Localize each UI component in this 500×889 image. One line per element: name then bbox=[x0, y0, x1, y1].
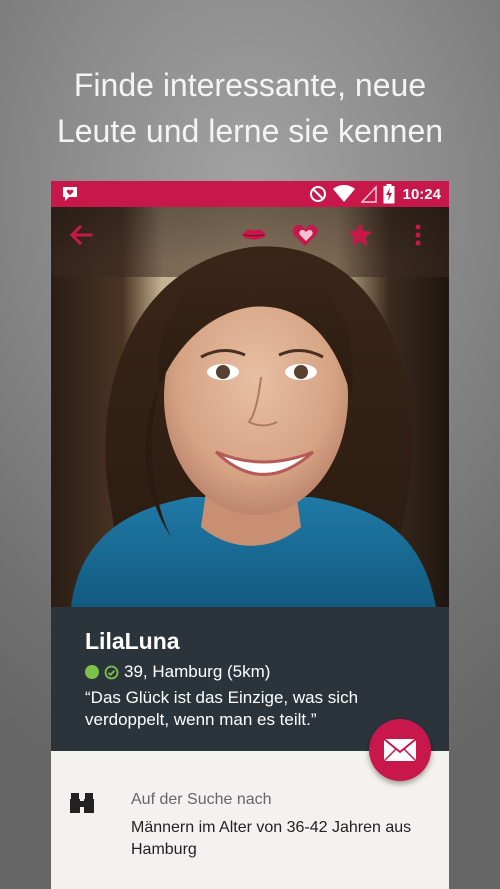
profile-location: 39, Hamburg (5km) bbox=[124, 662, 271, 681]
app-heart-chat-icon bbox=[63, 187, 77, 201]
signal-icon bbox=[360, 185, 377, 203]
profile-quote-line-2: verdoppelt, wenn man es teilt.” bbox=[85, 710, 317, 729]
profile-photo-illustration bbox=[51, 207, 449, 607]
hearts-icon[interactable] bbox=[291, 221, 319, 249]
back-arrow-icon[interactable] bbox=[67, 221, 95, 249]
send-message-button[interactable] bbox=[369, 719, 431, 781]
headline-line-1: Finde interessante, neue bbox=[73, 67, 427, 103]
online-status-icon bbox=[85, 665, 99, 679]
do-not-disturb-icon bbox=[309, 186, 326, 202]
status-icons: 10:24 bbox=[309, 184, 441, 204]
search-value-line-2: Hamburg bbox=[131, 841, 197, 858]
phone-screen: 10:24 LilaLuna 39, Hamburg (5km) “Das Gl… bbox=[51, 181, 449, 889]
binoculars-icon bbox=[70, 793, 94, 813]
search-value-line-1: Männern im Alter von 36-42 Jahren aus bbox=[131, 819, 412, 836]
search-value: Männern im Alter von 36-42 Jahren aus Ha… bbox=[131, 817, 431, 861]
profile-name: LilaLuna bbox=[85, 628, 180, 654]
search-label: Auf der Suche nach bbox=[131, 791, 272, 808]
verified-check-icon bbox=[104, 665, 119, 679]
battery-charging-icon bbox=[383, 184, 395, 204]
profile-quote-line-1: “Das Glück ist das Einzige, was sich bbox=[85, 688, 359, 707]
envelope-icon bbox=[383, 738, 417, 762]
profile-quote: “Das Glück ist das Einzige, was sich ver… bbox=[85, 687, 405, 731]
status-time: 10:24 bbox=[402, 185, 441, 203]
headline: Finde interessante, neue Leute und lerne… bbox=[0, 62, 500, 154]
kiss-lips-icon[interactable] bbox=[240, 221, 268, 249]
headline-line-2: Leute und lerne sie kennen bbox=[56, 113, 444, 149]
profile-photo[interactable] bbox=[51, 207, 449, 607]
star-icon[interactable] bbox=[346, 221, 374, 249]
more-vert-icon[interactable] bbox=[404, 221, 432, 249]
wifi-icon bbox=[332, 185, 355, 202]
profile-meta: 39, Hamburg (5km) bbox=[85, 661, 449, 683]
status-bar: 10:24 bbox=[51, 181, 449, 207]
toolbar bbox=[51, 207, 449, 263]
